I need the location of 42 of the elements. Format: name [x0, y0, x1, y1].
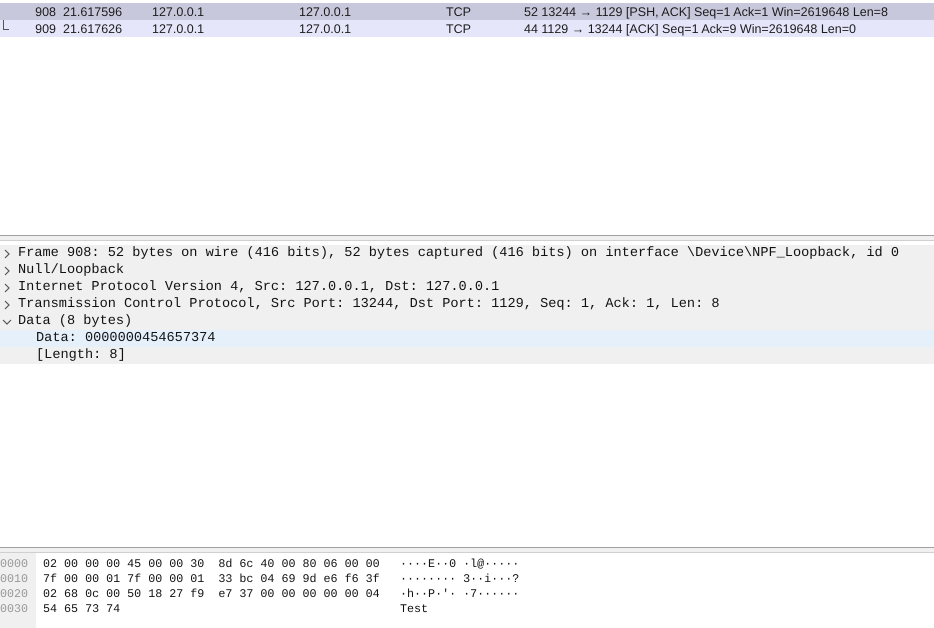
hex-bytes: 54 65 73 74 — [43, 602, 122, 617]
packet-number: 908 — [34, 4, 56, 18]
detail-tree-row[interactable]: Frame 908: 52 bytes on wire (416 bits), 52 bytes captured (416 bits) on interface \Device\NPF_Loopback, id 0 — [0, 245, 934, 262]
detail-tree-row[interactable]: Data: 0000000454657374 — [0, 330, 934, 347]
hex-bytes: 7f 00 00 01 7f 00 00 01 33 bc 04 69 9d e6 f6 3f — [43, 572, 381, 587]
related-packet-line-icon — [3, 20, 9, 30]
detail-tree-row[interactable]: Null/Loopback — [0, 262, 934, 279]
packet-protocol: TCP — [446, 22, 472, 36]
packet-row[interactable]: 909 21.617626 127.0.0.1 127.0.0.1 TCP 44 1129 → 13244 [ACK] Seq=1 Ack=9 Win=2619648 Len=0 — [0, 20, 934, 37]
detail-tree-row[interactable]: Internet Protocol Version 4, Src: 127.0.0.1, Dst: 127.0.0.1 — [0, 279, 934, 296]
byte-offset: 0020 — [0, 587, 30, 602]
detail-label: Transmission Control Protocol, Src Port: 13244, Dst Port: 1129, Seq: 1, Ack: 1, Len: 8 — [18, 297, 720, 312]
packet-time: 21.617596 — [62, 4, 124, 18]
byte-offset: 0000 — [0, 557, 30, 572]
ascii-bytes: ····E··0 ·l@····· — [400, 557, 520, 572]
detail-label: Null/Loopback — [18, 263, 124, 278]
packet-destination: 127.0.0.1 — [299, 22, 352, 36]
ascii-bytes: Test — [400, 602, 430, 617]
ascii-bytes: ·h··P·'· ·7······ — [400, 587, 520, 602]
detail-label: Data (8 bytes) — [18, 314, 132, 329]
byte-offset: 0030 — [0, 602, 30, 617]
packet-row[interactable]: 908 21.617596 127.0.0.1 127.0.0.1 TCP 52 13244 → 1129 [PSH, ACK] Seq=1 Ack=1 Win=2619648 Len=8 — [0, 3, 934, 20]
detail-tree-row[interactable]: Transmission Control Protocol, Src Port: 13244, Dst Port: 1129, Seq: 1, Ack: 1, Len: 8 — [0, 296, 934, 313]
packet-source: 127.0.0.1 — [152, 22, 206, 36]
hex-bytes: 02 68 0c 00 50 18 27 f9 e7 37 00 00 00 00 00 04 — [43, 587, 381, 602]
packet-destination: 127.0.0.1 — [299, 4, 352, 18]
hex-bytes: 02 00 00 00 45 00 00 30 8d 6c 40 00 80 06 00 00 — [43, 557, 381, 572]
packet-protocol: TCP — [446, 4, 472, 18]
detail-label: Frame 908: 52 bytes on wire (416 bits), 52 bytes captured (416 bits) on interface \Device\NPF_Loopback, id 0 — [18, 246, 900, 261]
detail-label: Data: 0000000454657374 — [36, 331, 216, 346]
detail-label: Internet Protocol Version 4, Src: 127.0.0.1, Dst: 127.0.0.1 — [18, 280, 500, 295]
byte-offset: 0010 — [0, 572, 30, 587]
detail-tree-row[interactable]: Data (8 bytes) — [0, 313, 934, 330]
packet-source: 127.0.0.1 — [152, 4, 206, 18]
collapse-chevron-icon[interactable] — [2, 316, 12, 326]
detail-label: [Length: 8] — [36, 348, 126, 363]
packet-info: 52 13244 → 1129 [PSH, ACK] Seq=1 Ack=1 Win=2619648 Len=8 — [524, 4, 889, 18]
packet-time: 21.617626 — [62, 22, 124, 36]
packet-info: 44 1129 → 13244 [ACK] Seq=1 Ack=9 Win=2619648 Len=0 — [524, 22, 857, 36]
detail-tree-row[interactable]: [Length: 8] — [0, 347, 934, 364]
ascii-bytes: ········ 3··i···? — [400, 572, 520, 587]
packet-number: 909 — [34, 22, 56, 36]
